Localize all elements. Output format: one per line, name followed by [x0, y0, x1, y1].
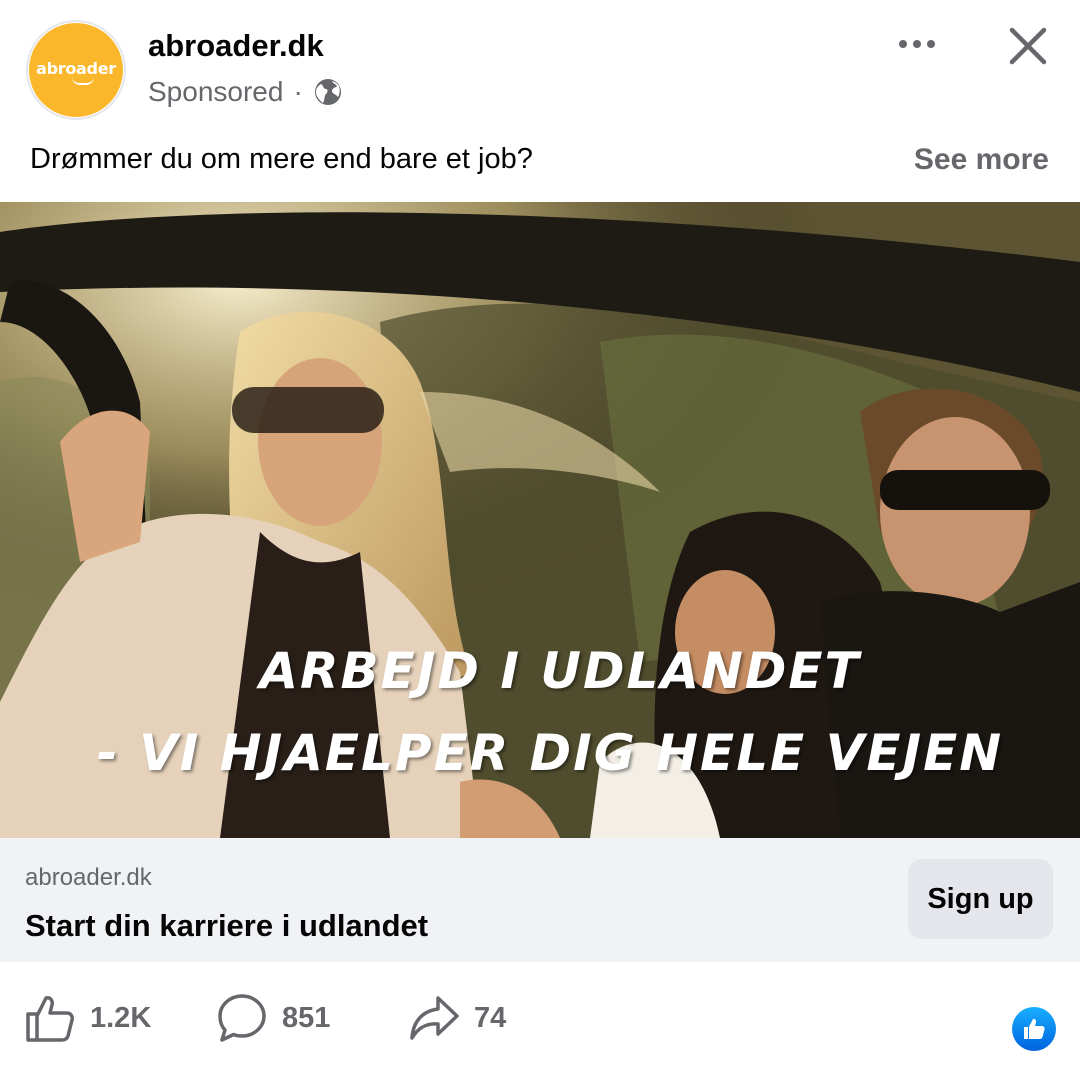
post-header: abroader abroader.dk Sponsored ·: [0, 0, 1080, 130]
like-button[interactable]: 1.2K: [24, 992, 151, 1044]
globe-icon: [314, 79, 341, 105]
comment-count: 851: [282, 1001, 331, 1034]
more-horizontal-icon: [899, 40, 907, 48]
share-count: 74: [474, 1001, 507, 1034]
page-avatar[interactable]: abroader: [26, 20, 126, 120]
ad-image[interactable]: ARBEJD I UDLANDET - VI HJAELPER DIG HELE…: [0, 202, 1080, 838]
close-icon[interactable]: [1004, 22, 1052, 70]
post-meta: Sponsored ·: [148, 76, 343, 108]
meta-separator: ·: [293, 76, 303, 107]
link-domain: abroader.dk: [25, 864, 152, 891]
see-more-link[interactable]: See more: [914, 143, 1049, 177]
share-button[interactable]: 74: [408, 992, 506, 1044]
share-arrow-icon: [410, 996, 459, 1040]
logo-text: abroader: [36, 59, 116, 78]
thumbs-up-icon: [26, 996, 74, 1042]
like-reaction-icon[interactable]: [1012, 1007, 1056, 1051]
abroader-logo: abroader: [29, 23, 123, 117]
ad-headline-line1: ARBEJD I UDLANDET: [259, 642, 861, 700]
post-caption: Drømmer du om mere end bare et job?: [30, 143, 533, 175]
comment-bubble-icon: [218, 994, 266, 1042]
thumbs-up-icon: [1024, 1018, 1045, 1039]
link-title: Start din karriere i udlandet: [25, 908, 429, 943]
engagement-bar: 1.2K 851 74: [0, 962, 1080, 1080]
page-name-link[interactable]: abroader.dk: [148, 28, 324, 64]
comment-button[interactable]: 851: [216, 992, 330, 1044]
logo-smile: [72, 77, 94, 85]
link-preview-bar[interactable]: abroader.dk Start din karriere i udlande…: [0, 838, 1080, 962]
sign-up-button[interactable]: Sign up: [908, 859, 1053, 939]
ad-headline-line2: - VI HJAELPER DIG HELE VEJEN: [96, 724, 1004, 782]
like-count: 1.2K: [90, 1001, 152, 1034]
more-options-button[interactable]: [893, 24, 941, 64]
sponsored-label[interactable]: Sponsored: [148, 76, 283, 108]
